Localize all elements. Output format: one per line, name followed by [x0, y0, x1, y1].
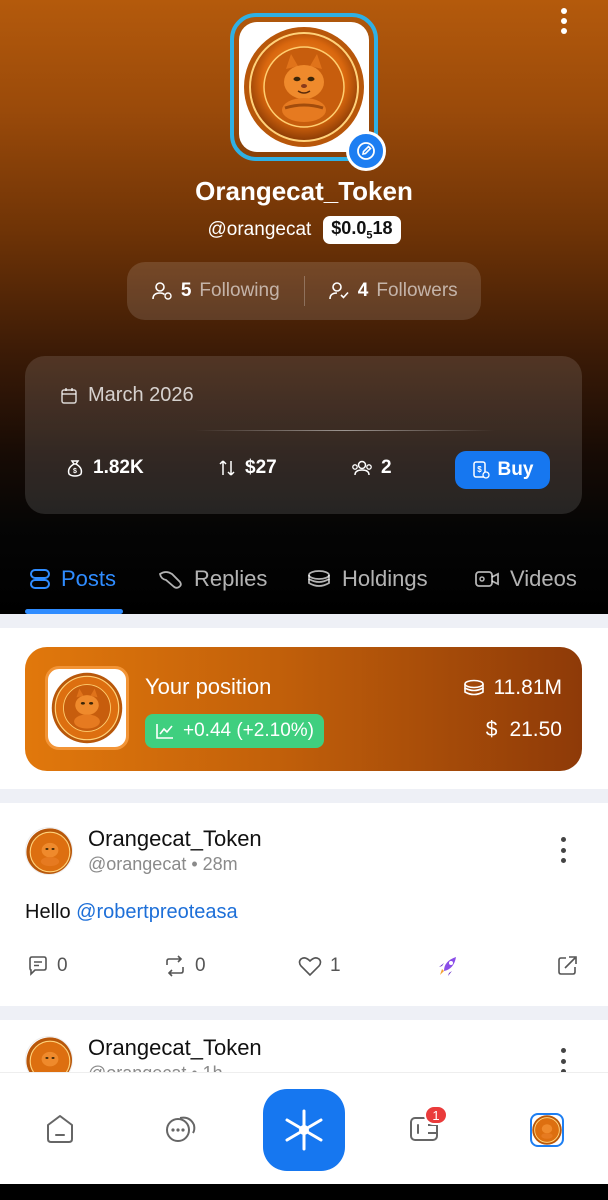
heart-icon	[298, 957, 322, 977]
position-usd-value: $ 21.50	[485, 718, 562, 741]
holders-icon	[352, 460, 372, 476]
profile-tabs: Posts Replies Holdings Videos	[0, 560, 608, 614]
post-author-avatar[interactable]	[25, 827, 73, 875]
post-card[interactable]: Orangecat_Token @orangecat • 1h	[0, 1020, 608, 1072]
share-button[interactable]	[556, 955, 580, 977]
handle-row: @orangecat $0.0518	[0, 216, 608, 244]
volume-stat: $27	[217, 457, 277, 479]
following-icon	[152, 282, 172, 300]
notification-badge: 1	[424, 1105, 448, 1125]
svg-text:$: $	[477, 465, 482, 474]
orangecat-coin-logo	[26, 1037, 72, 1072]
calendar-icon	[61, 387, 77, 404]
tab-posts[interactable]: Posts	[29, 566, 116, 592]
edit-profile-icon[interactable]	[346, 131, 386, 171]
buy-token-icon: $	[472, 461, 490, 479]
comment-button[interactable]: 0	[27, 955, 68, 977]
post-meta: @orangecat • 1h	[88, 1063, 223, 1072]
bottom-navigation: 1	[0, 1072, 608, 1184]
coins-icon	[463, 679, 484, 696]
compose-button[interactable]	[263, 1089, 345, 1171]
token-stats-card: March 2026 $ 1.82K $27 2 $ Buy	[25, 356, 582, 514]
profile-nav-avatar[interactable]	[530, 1113, 564, 1147]
home-icon[interactable]	[44, 1113, 76, 1145]
money-bag-icon: $	[67, 460, 83, 477]
orangecat-coin-logo	[532, 1115, 562, 1145]
profile-name: Orangecat_Token	[195, 176, 413, 206]
position-change-badge: +0.44 (+2.10%)	[145, 714, 324, 748]
tab-holdings[interactable]: Holdings	[306, 566, 428, 592]
follow-stats: 5 Following 4 Followers	[127, 262, 481, 320]
token-thumbnail	[45, 666, 129, 750]
post-card[interactable]: Orangecat_Token @orangecat • 28m Hello @…	[0, 803, 608, 1006]
section-gap	[0, 789, 608, 803]
replies-icon	[158, 571, 182, 589]
svg-text:$: $	[73, 468, 77, 475]
position-token-amount: 11.81M	[462, 676, 562, 700]
post-meta: @orangecat • 28m	[88, 854, 238, 874]
post-author-name[interactable]: Orangecat_Token	[88, 1035, 262, 1061]
repost-button[interactable]: 0	[163, 955, 206, 977]
buy-button[interactable]: $ Buy	[455, 451, 550, 489]
tab-videos[interactable]: Videos	[474, 566, 577, 592]
posts-icon	[30, 569, 50, 589]
post-more-icon[interactable]	[558, 837, 568, 863]
swap-arrows-icon	[219, 460, 235, 476]
section-gap	[0, 614, 608, 628]
your-position-card[interactable]: Your position +0.44 (+2.10%) 11.81M $ 21…	[25, 647, 582, 771]
post-text: Hello @robertpreoteasa	[25, 901, 238, 923]
position-title: Your position	[145, 674, 272, 699]
mention-link[interactable]: @robertpreoteasa	[76, 901, 238, 923]
stats-divider	[195, 430, 495, 431]
like-button[interactable]: 1	[298, 955, 341, 977]
profile-handle: @orangecat	[207, 218, 312, 240]
post-author-avatar[interactable]	[25, 1036, 73, 1072]
boost-button[interactable]	[436, 953, 462, 979]
comment-icon	[29, 956, 47, 976]
followers-button[interactable]: 4 Followers	[305, 280, 482, 302]
system-bar	[0, 1184, 608, 1200]
holders-stat: 2	[351, 457, 392, 479]
followers-icon	[328, 282, 349, 300]
trend-up-icon	[156, 724, 173, 739]
market-cap-stat: $ 1.82K	[65, 457, 144, 479]
share-icon	[558, 956, 577, 975]
coins-icon	[308, 570, 330, 587]
video-camera-icon	[475, 571, 499, 587]
repost-icon	[166, 955, 184, 977]
creation-date: March 2026	[60, 384, 194, 407]
more-options-icon[interactable]	[554, 6, 574, 36]
rocket-icon	[439, 957, 456, 976]
star-logo-icon	[285, 1109, 323, 1151]
token-price-badge[interactable]: $0.0518	[323, 216, 401, 244]
section-gap	[0, 1006, 608, 1020]
chat-icon[interactable]	[164, 1113, 198, 1145]
orangecat-coin-logo	[51, 672, 123, 744]
orangecat-coin-logo	[244, 27, 364, 147]
following-button[interactable]: 5 Following	[127, 280, 304, 302]
tab-replies[interactable]: Replies	[158, 566, 267, 592]
orangecat-coin-logo	[26, 828, 72, 874]
post-author-name[interactable]: Orangecat_Token	[88, 826, 262, 852]
profile-header: Orangecat_Token @orangecat $0.0518 5 Fol…	[0, 0, 608, 614]
post-more-icon[interactable]	[558, 1048, 568, 1072]
